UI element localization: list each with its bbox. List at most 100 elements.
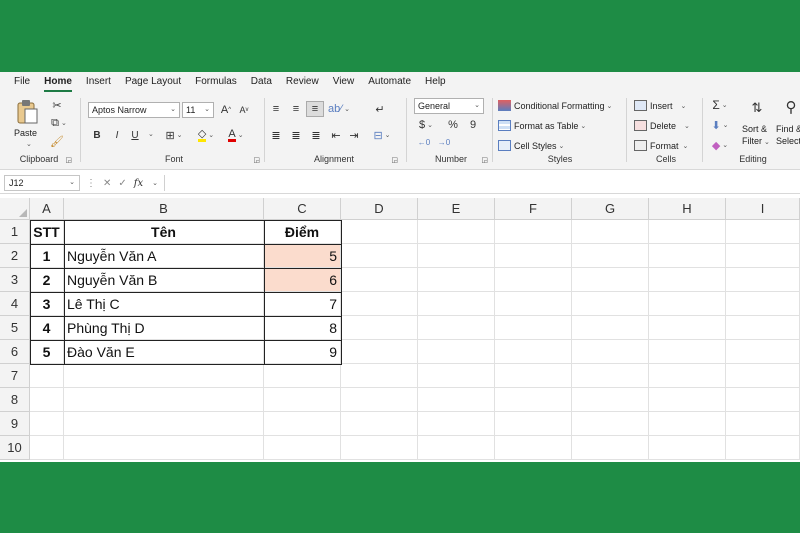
cell[interactable] [264,388,341,412]
cut-icon[interactable]: ✂ [50,98,64,112]
table-cell[interactable]: 4 [30,316,64,340]
cell[interactable] [726,292,800,316]
table-cell[interactable]: 8 [264,316,341,340]
column-header-f[interactable]: F [495,198,572,220]
tab-page-layout[interactable]: Page Layout [125,72,181,92]
cell[interactable] [572,340,649,364]
clear-button[interactable]: ◆ ⌄ [708,138,732,152]
column-header-a[interactable]: A [30,198,64,220]
column-header-h[interactable]: H [649,198,726,220]
tab-help[interactable]: Help [425,72,446,92]
cell[interactable] [495,268,572,292]
alignment-launcher-icon[interactable]: ◲ [391,156,398,164]
cell[interactable] [572,244,649,268]
merge-center-button[interactable]: ⊟ ⌄ [370,128,394,142]
comma-button[interactable]: 9 [466,118,480,132]
sort-label[interactable]: Sort & [742,124,767,134]
italic-button[interactable]: I [110,128,124,142]
autosum-button[interactable]: Σ ⌄ [708,98,732,112]
chevron-down-icon[interactable]: ⌄ [152,179,158,187]
tab-file[interactable]: File [14,72,30,92]
row-header-6[interactable]: 6 [0,340,30,364]
filter-label[interactable]: Filter ⌄ [742,136,770,146]
cell[interactable] [572,268,649,292]
cell[interactable] [495,436,572,460]
column-header-i[interactable]: I [726,198,800,220]
cell[interactable] [64,388,264,412]
align-top-icon[interactable]: ≡ [268,102,284,116]
find-select-icon[interactable]: ⚲ [780,96,800,118]
cell[interactable] [649,316,726,340]
table-cell[interactable]: 2 [30,268,64,292]
table-cell[interactable]: Nguyễn Văn B [64,268,264,292]
cell[interactable] [649,268,726,292]
table-header-cell[interactable]: STT [30,220,64,244]
table-cell[interactable]: Lê Thị C [64,292,264,316]
cell[interactable] [495,316,572,340]
cell[interactable] [418,244,495,268]
table-cell[interactable]: 6 [264,268,341,292]
row-header-8[interactable]: 8 [0,388,30,412]
cell[interactable] [495,292,572,316]
cell[interactable] [341,268,418,292]
table-cell[interactable]: 3 [30,292,64,316]
fill-button[interactable]: ⬇ ⌄ [708,118,732,132]
column-header-g[interactable]: G [572,198,649,220]
percent-button[interactable]: % [446,118,460,132]
underline-button[interactable]: U [128,128,142,142]
copy-icon[interactable]: ⧉ ⌄ [48,116,70,130]
cell[interactable] [341,220,418,244]
cell[interactable] [726,268,800,292]
shrink-font-button[interactable]: Av [236,102,252,118]
cell-styles-button[interactable]: Cell Styles ⌄ [498,140,564,151]
row-header-9[interactable]: 9 [0,412,30,436]
tab-insert[interactable]: Insert [86,72,111,92]
name-box[interactable]: J12 ⌄ [4,175,80,191]
table-cell[interactable]: 9 [264,340,341,364]
cell[interactable] [341,412,418,436]
font-launcher-icon[interactable]: ◲ [253,156,260,164]
cell[interactable] [418,388,495,412]
row-header-2[interactable]: 2 [0,244,30,268]
column-header-d[interactable]: D [341,198,418,220]
cell[interactable] [341,340,418,364]
increase-decimal-icon[interactable]: ←0 [416,136,432,148]
enter-icon[interactable]: ✓ [118,178,126,189]
decrease-decimal-icon[interactable]: →0 [436,136,452,148]
conditional-formatting-button[interactable]: Conditional Formatting ⌄ [498,100,612,111]
table-cell[interactable]: Phùng Thị D [64,316,264,340]
cell[interactable] [264,364,341,388]
align-middle-icon[interactable]: ≡ [288,102,304,116]
row-header-10[interactable]: 10 [0,436,30,460]
tab-formulas[interactable]: Formulas [195,72,237,92]
cell[interactable] [341,364,418,388]
sort-filter-icon[interactable]: ⇅ [746,98,768,118]
cell[interactable] [30,388,64,412]
cell[interactable] [341,244,418,268]
table-cell[interactable]: 5 [264,244,341,268]
format-cells-button[interactable]: Format ⌄ [634,140,688,151]
cell[interactable] [264,436,341,460]
cell[interactable] [495,412,572,436]
cell[interactable] [649,388,726,412]
cell[interactable] [649,412,726,436]
cell[interactable] [341,388,418,412]
cell[interactable] [726,436,800,460]
row-header-4[interactable]: 4 [0,292,30,316]
cell[interactable] [264,412,341,436]
cell[interactable] [649,244,726,268]
tab-data[interactable]: Data [251,72,272,92]
row-header-5[interactable]: 5 [0,316,30,340]
tab-review[interactable]: Review [286,72,319,92]
cell[interactable] [418,220,495,244]
fill-color-button[interactable]: ◇ ⌄ [194,128,218,142]
number-launcher-icon[interactable]: ◲ [481,156,488,164]
insert-function-icon[interactable]: fx [134,178,143,189]
cell[interactable] [572,364,649,388]
cell[interactable] [30,364,64,388]
bold-button[interactable]: B [90,128,104,142]
cell[interactable] [30,436,64,460]
cell[interactable] [495,388,572,412]
table-cell[interactable]: Nguyễn Văn A [64,244,264,268]
column-header-b[interactable]: B [64,198,264,220]
